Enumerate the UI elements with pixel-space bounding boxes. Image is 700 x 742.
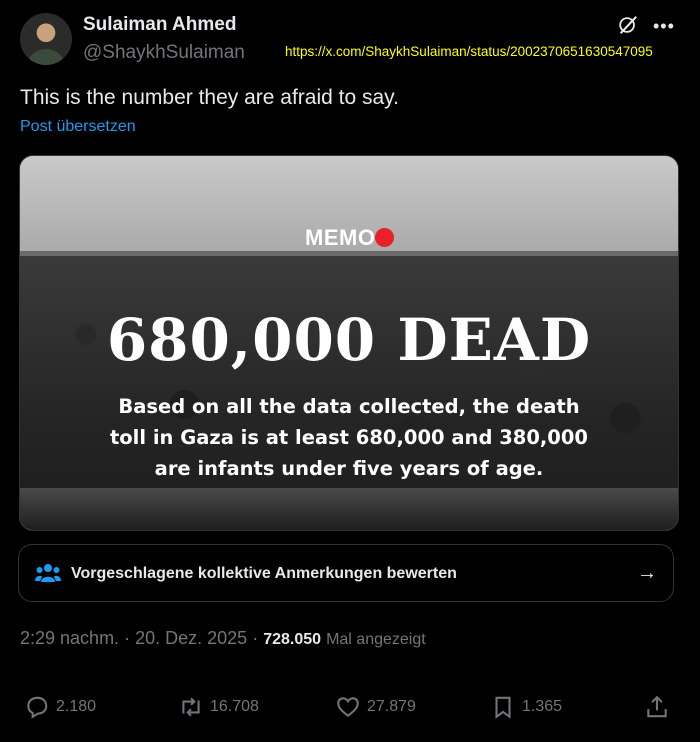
repost-icon (182, 697, 200, 717)
translate-link[interactable]: Post übersetzen (20, 118, 136, 136)
reply-button[interactable]: 2.180 (24, 693, 96, 721)
avatar[interactable] (20, 13, 72, 65)
bookmark-count: 1.365 (522, 698, 563, 715)
share-icon (647, 695, 667, 718)
share-button[interactable] (644, 693, 676, 721)
like-count: 27.879 (367, 698, 416, 715)
arrow-right-icon: → (637, 562, 657, 584)
people-icon (35, 564, 61, 582)
community-notes-label: Vorgeschlagene kollektive Anmerkungen be… (71, 565, 457, 582)
heart-icon (337, 697, 359, 717)
image-headline: 680,000 DEAD (106, 306, 592, 374)
bookmark-button[interactable]: 1.365 (490, 693, 562, 721)
reply-icon (27, 696, 48, 719)
meta-separator: · (124, 628, 131, 648)
views-label: Mal angezeigt (326, 631, 426, 648)
like-button[interactable]: 27.879 (335, 693, 416, 721)
community-notes-button[interactable]: Vorgeschlagene kollektive Anmerkungen be… (18, 544, 674, 602)
reply-count: 2.180 (56, 698, 97, 715)
image-subtext: Based on all the data collected, the dea… (20, 391, 678, 484)
post-meta: 2:29 nachm. · 20. Dez. 2025 · 728.050 Ma… (20, 628, 426, 649)
bookmark-icon (495, 696, 511, 719)
post-time[interactable]: 2:29 nachm. (20, 628, 119, 648)
repost-count: 16.708 (210, 698, 259, 715)
image-subtext-line: Based on all the data collected, the dea… (118, 395, 580, 418)
memo-logo-dot (375, 228, 394, 247)
grok-icon[interactable] (617, 14, 639, 36)
more-icon[interactable]: ••• (653, 16, 675, 37)
author-name[interactable]: Sulaiman Ahmed (83, 14, 236, 36)
annotation-url: https://x.com/ShaykhSulaiman/status/2002… (285, 44, 653, 59)
image-subtext-line: are infants under five years of age. (154, 457, 544, 480)
image-subtext-line: toll in Gaza is at least 680,000 and 380… (109, 426, 589, 449)
memo-logo: MEMO (305, 225, 376, 250)
repost-button[interactable]: 16.708 (178, 693, 259, 721)
meta-separator: · (252, 628, 259, 648)
author-handle[interactable]: @ShaykhSulaiman (83, 42, 245, 64)
tweet-text: This is the number they are afraid to sa… (20, 86, 399, 109)
views-count: 728.050 (263, 631, 322, 648)
post-date[interactable]: 20. Dez. 2025 (135, 628, 247, 648)
post-image[interactable]: MEMO 680,000 DEAD Based on all the data … (19, 155, 679, 531)
